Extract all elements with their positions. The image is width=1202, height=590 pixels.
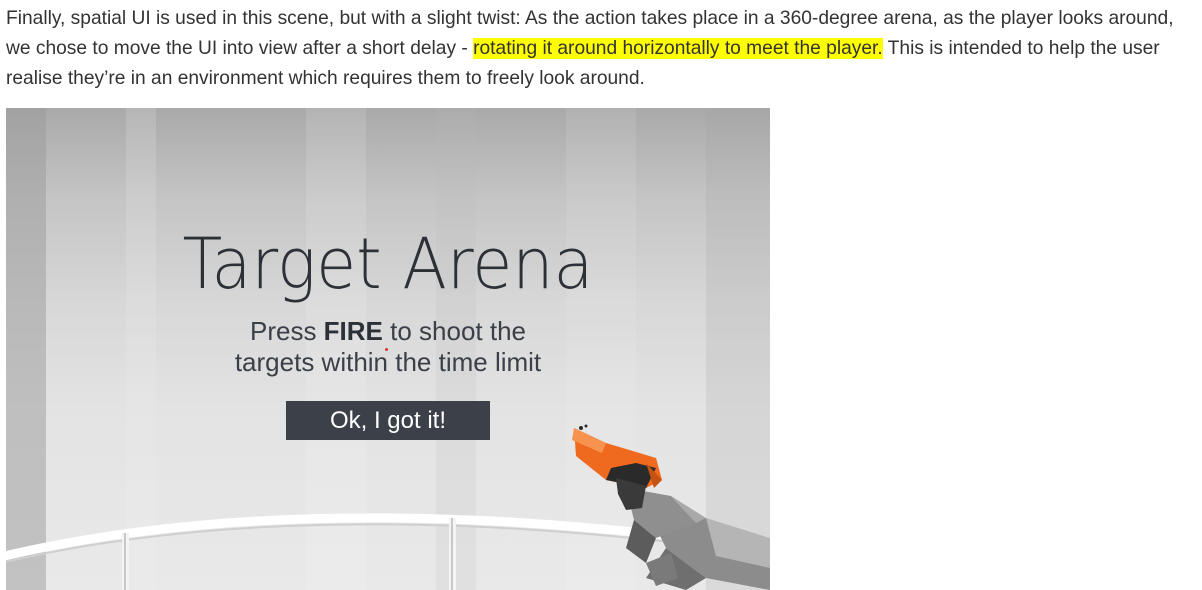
instruction-line-2: targets within the time limit <box>234 347 542 377</box>
instruction-line-1: Press FIRE to shoot the <box>6 316 770 347</box>
ok-got-it-button[interactable]: Ok, I got it! <box>286 401 490 440</box>
instruction-line-1-rest: to shoot the <box>382 316 527 346</box>
game-screenshot: Target Arena Press FIRE to shoot the tar… <box>6 108 770 590</box>
aim-reticle <box>385 348 388 351</box>
game-instructions: Press FIRE to shoot the targets within t… <box>6 316 770 378</box>
instruction-prefix: Press <box>249 316 324 346</box>
article-paragraph: Finally, spatial UI is used in this scen… <box>6 4 1198 94</box>
highlighted-text: rotating it around horizontally to meet … <box>473 38 883 59</box>
fire-keyword: FIRE <box>323 316 383 346</box>
game-title: Target Arena <box>182 223 594 305</box>
